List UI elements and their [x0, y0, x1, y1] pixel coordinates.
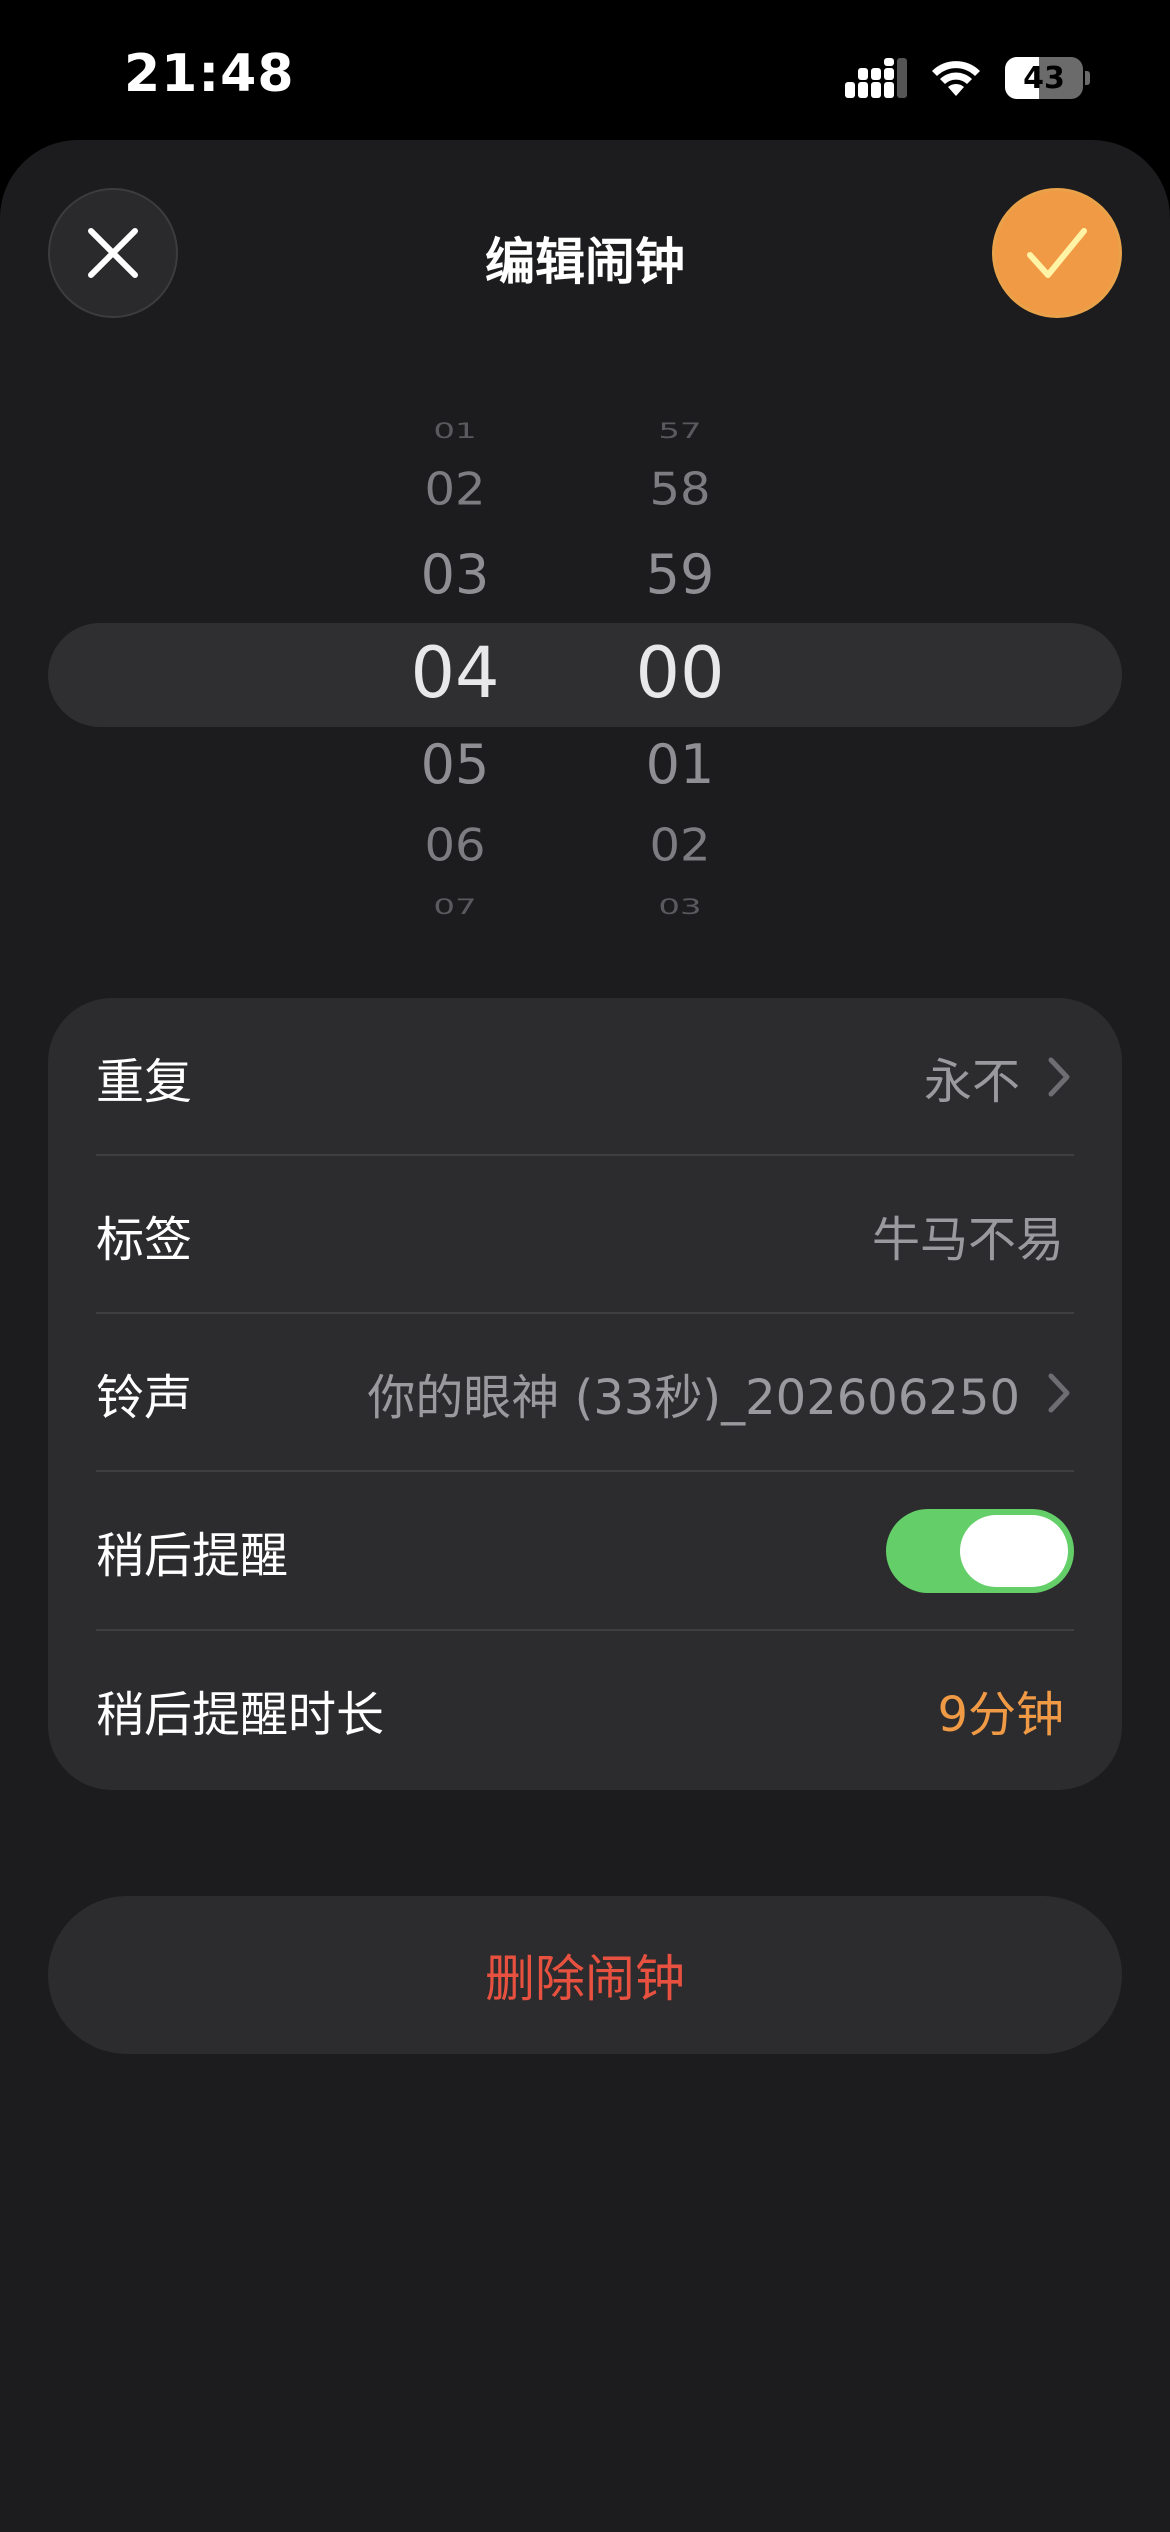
battery-icon: 43	[1005, 57, 1083, 99]
checkmark-icon	[1027, 228, 1087, 278]
hour-wheel[interactable]: 01 02 03 04 05 06 07	[355, 400, 555, 940]
status-icons: 43	[845, 54, 1090, 102]
minute-option[interactable]: 58	[580, 468, 780, 512]
chevron-right-icon	[1048, 1373, 1070, 1412]
label-value[interactable]: 牛马不易	[872, 1200, 1064, 1270]
snooze-duration-value: 9分钟	[937, 1686, 1064, 1743]
minute-option[interactable]: 00	[580, 638, 780, 708]
minute-option[interactable]: 02	[580, 824, 780, 868]
repeat-value: 永不	[923, 1053, 1020, 1110]
confirm-button[interactable]	[992, 188, 1122, 318]
delete-alarm-button[interactable]: 删除闹钟	[48, 1896, 1122, 2054]
sound-row[interactable]: 铃声 你的眼神 (33秒)_202606250	[48, 1314, 1122, 1471]
minute-option[interactable]: 01	[580, 738, 780, 792]
snooze-duration-row[interactable]: 稍后提醒时长 9分钟	[48, 1631, 1122, 1788]
minute-option[interactable]: 03	[580, 896, 780, 917]
hour-option[interactable]: 04	[355, 638, 555, 708]
status-time: 21:48	[124, 44, 295, 104]
snooze-toggle[interactable]	[886, 1508, 1074, 1593]
snooze-duration-label: 稍后提醒时长	[96, 1686, 385, 1743]
repeat-label: 重复	[96, 1053, 193, 1110]
hour-option[interactable]: 07	[355, 896, 555, 917]
toggle-knob	[960, 1514, 1068, 1587]
time-picker[interactable]: 01 02 03 04 05 06 07 57 58 59 00 01 02 03	[0, 400, 1170, 940]
edit-alarm-sheet: 编辑闹钟 01 02 03 04 05 06 07 57 58 59 00 01 02 03 重复 永不…	[0, 140, 1170, 2532]
sound-value: 你的眼神 (33秒)_202606250	[367, 1369, 1020, 1426]
battery-level: 43	[1023, 61, 1065, 96]
hour-option[interactable]: 01	[355, 420, 555, 441]
minute-wheel[interactable]: 57 58 59 00 01 02 03	[580, 400, 780, 940]
cellular-signal-icon	[845, 58, 907, 98]
hour-option[interactable]: 06	[355, 824, 555, 868]
hour-option[interactable]: 05	[355, 738, 555, 792]
wifi-icon	[932, 61, 980, 96]
sound-label: 铃声	[96, 1369, 193, 1426]
status-bar: 21:48 43	[0, 0, 1170, 140]
hour-option[interactable]: 03	[355, 548, 555, 602]
snooze-label: 稍后提醒	[96, 1527, 289, 1584]
settings-card: 重复 永不 标签 牛马不易 铃声 你的眼神 (33秒)_202606250 稍后…	[48, 998, 1122, 1790]
label-label: 标签	[96, 1211, 193, 1268]
hour-option[interactable]: 02	[355, 468, 555, 512]
chevron-right-icon	[1048, 1057, 1070, 1096]
snooze-row: 稍后提醒	[48, 1472, 1122, 1629]
battery-tip	[1085, 71, 1090, 85]
minute-option[interactable]: 59	[580, 548, 780, 602]
label-row[interactable]: 标签 牛马不易	[48, 1156, 1122, 1313]
minute-option[interactable]: 57	[580, 420, 780, 441]
repeat-row[interactable]: 重复 永不	[48, 998, 1122, 1155]
